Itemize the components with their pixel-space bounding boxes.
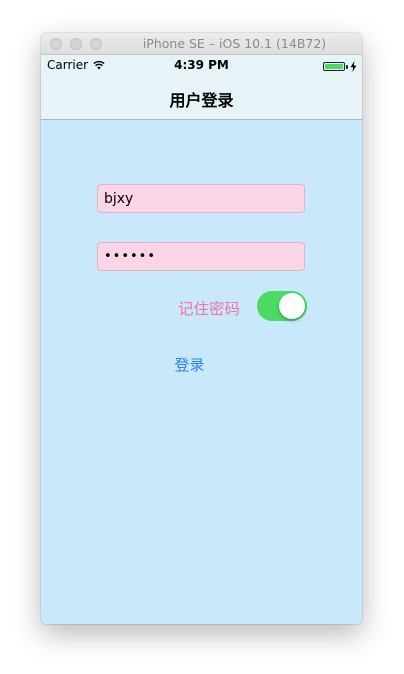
zoom-window-button[interactable]	[90, 38, 102, 50]
login-button[interactable]: 登录	[167, 353, 212, 375]
charging-bolt-icon	[350, 61, 357, 72]
battery-tip	[346, 65, 348, 69]
navigation-bar: 用户登录	[41, 75, 362, 120]
window-title: iPhone SE – iOS 10.1 (14B72)	[142, 36, 327, 51]
remember-password-label: 记住密码	[178, 300, 241, 318]
minimize-window-button[interactable]	[70, 38, 82, 50]
close-window-button[interactable]	[50, 38, 62, 50]
status-time: 4:39 PM	[174, 58, 229, 72]
status-bar: Carrier 4:39 PM	[41, 55, 362, 75]
page-title: 用户登录	[169, 91, 234, 110]
remember-password-switch[interactable]	[257, 291, 307, 321]
login-form: 记住密码 登录	[41, 120, 362, 624]
simulator-title-bar: iPhone SE – iOS 10.1 (14B72)	[41, 33, 362, 55]
battery-icon	[323, 62, 345, 71]
username-field[interactable]	[97, 184, 305, 213]
battery-level-fill	[325, 64, 343, 69]
simulator-window: iPhone SE – iOS 10.1 (14B72) Carrier 4:3…	[41, 33, 362, 624]
password-field[interactable]	[97, 242, 305, 271]
switch-knob	[279, 293, 305, 319]
